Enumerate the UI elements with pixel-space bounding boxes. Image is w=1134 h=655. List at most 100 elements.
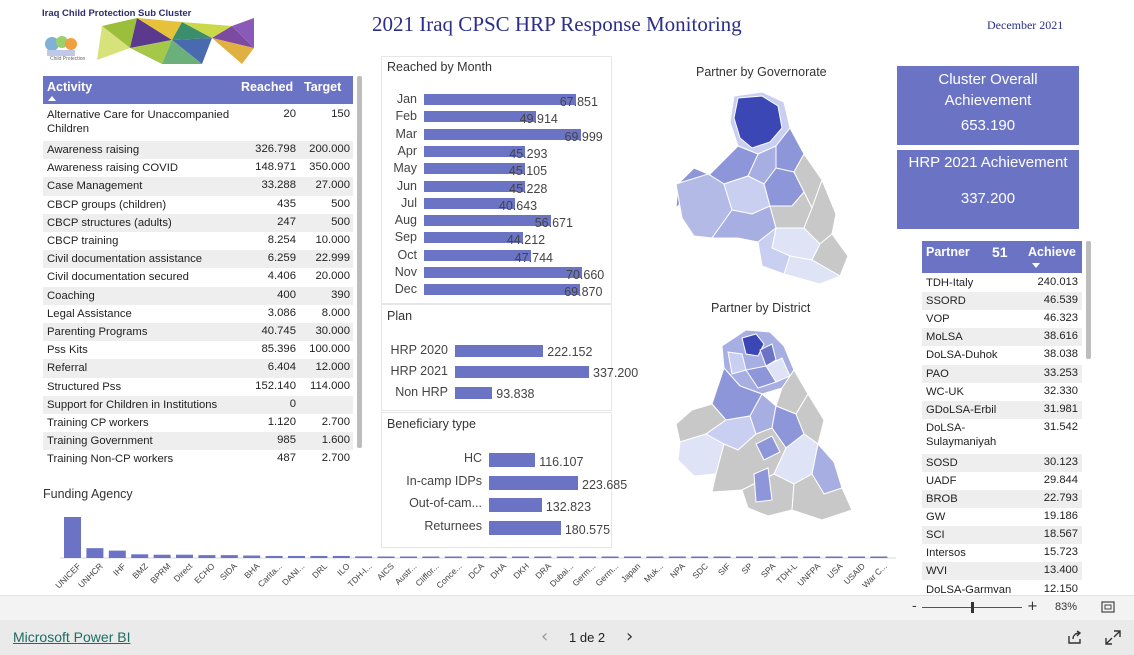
table-row[interactable]: DoLSA-Garmyan 12.150 [922,581,1082,594]
table-row[interactable]: VOP 46.323 [922,310,1082,328]
funding-bar[interactable] [355,556,373,558]
funding-bar[interactable] [691,556,709,559]
funding-bar[interactable] [86,548,104,558]
table-row[interactable]: Training Non-CP workers 487 2.700 [43,450,353,468]
table-row[interactable]: Pss Kits 85.396 100.000 [43,341,353,359]
partner-column-header[interactable]: Partner [926,245,970,259]
table-row[interactable]: Referral 6.404 12.000 [43,359,353,378]
table-row[interactable]: SSORD 46.539 [922,292,1082,311]
funding-bar[interactable] [243,555,261,558]
table-row[interactable]: CBCP structures (adults) 247 500 [43,213,353,232]
fullscreen-icon[interactable] [1105,630,1121,645]
table-row[interactable]: GW 19.186 [922,508,1082,526]
table-row[interactable]: Awareness raising 326.798 200.000 [43,141,353,160]
funding-bar[interactable] [534,556,552,559]
table-row[interactable]: DoLSA-Sulaymaniyah 31.542 [922,419,1082,454]
partner-table-scrollbar[interactable] [1086,241,1091,359]
achieve-column-header[interactable]: Achieve [1028,245,1076,259]
sort-descending-icon[interactable] [1032,263,1040,268]
table-row[interactable]: BROB 22.793 [922,490,1082,509]
funding-bar[interactable] [736,556,753,559]
bar[interactable] [424,284,581,296]
funding-bar[interactable] [646,556,664,559]
funding-bar[interactable] [780,556,798,559]
bar[interactable] [489,475,578,490]
funding-bar[interactable] [108,550,126,558]
zoom-in-button[interactable]: + [1027,599,1038,614]
funding-bar[interactable] [332,555,350,558]
funding-bar[interactable] [131,554,149,558]
funding-bar[interactable] [758,556,776,559]
table-row[interactable]: CBCP training 8.254 10.000 [43,232,353,250]
funding-bar[interactable] [377,556,395,559]
table-row[interactable]: WVI 13.400 [922,562,1082,581]
funding-bar[interactable] [64,517,81,558]
funding-bar[interactable] [825,556,843,559]
fit-to-page-icon[interactable] [1101,601,1115,613]
table-row[interactable]: TDH-Italy 240.013 [922,274,1082,292]
bar[interactable] [424,215,551,227]
funding-bar[interactable] [444,556,462,559]
table-row[interactable]: DoLSA-Duhok 38.038 [922,346,1082,364]
bar[interactable] [455,345,544,357]
table-row[interactable]: WC-UK 32.330 [922,383,1082,401]
next-page-button[interactable]: › [626,626,633,647]
table-row[interactable]: UADF 29.844 [922,472,1082,490]
bar[interactable] [424,94,576,105]
table-row[interactable]: SCI 18.567 [922,526,1082,545]
table-row[interactable]: Structured Pss 152.140 114.000 [43,378,353,396]
funding-bar[interactable] [713,556,731,559]
funding-bar[interactable] [512,556,529,559]
table-row[interactable]: Parenting Programs 40.745 30.000 [43,323,353,342]
activity-column-header[interactable]: Activity [47,80,92,94]
table-row[interactable]: MoLSA 38.616 [922,328,1082,347]
previous-page-button[interactable]: ‹ [541,626,548,647]
funding-bar[interactable] [288,555,305,558]
reached-column-header[interactable]: Reached [241,80,293,94]
sort-ascending-icon[interactable] [48,96,56,101]
funding-bar[interactable] [624,556,641,559]
funding-bar[interactable] [310,555,328,558]
table-row[interactable]: Training Government 985 1.600 [43,432,353,451]
table-row[interactable]: Awareness raising COVID 148.971 350.000 [43,159,353,177]
share-icon[interactable] [1067,630,1083,645]
activity-table-scrollbar[interactable] [357,76,362,448]
table-row[interactable]: Intersos 15.723 [922,544,1082,562]
bar[interactable] [455,387,493,399]
funding-bar[interactable] [668,556,686,559]
funding-bar[interactable] [848,556,865,559]
table-row[interactable]: Alternative Care for Unaccompanied Child… [43,106,353,141]
funding-bar[interactable] [198,555,216,558]
funding-bar[interactable] [556,556,574,559]
funding-bar[interactable] [153,554,171,558]
bar[interactable] [455,366,589,378]
table-row[interactable]: SOSD 30.123 [922,453,1082,472]
governorate-map[interactable] [672,88,872,288]
bar[interactable] [424,128,581,140]
funding-bar[interactable] [870,556,888,559]
bar[interactable] [489,453,536,467]
table-row[interactable]: Civil documentation secured 4.406 20.000 [43,268,353,286]
funding-bar[interactable] [265,555,283,558]
target-column-header[interactable]: Target [304,80,341,94]
funding-bar[interactable] [467,556,485,559]
funding-bar[interactable] [489,556,507,559]
funding-bar[interactable] [176,554,193,558]
funding-bar[interactable] [422,556,440,559]
funding-bar[interactable] [400,556,417,559]
funding-bar[interactable] [579,556,597,559]
table-row[interactable]: Support for Children in Institutions 0 [43,395,353,414]
funding-bar[interactable] [601,556,619,559]
table-row[interactable]: Legal Assistance 3.086 8.000 [43,305,353,323]
powerbi-link[interactable]: Microsoft Power BI [13,629,130,645]
funding-bar[interactable] [220,555,238,558]
zoom-slider-thumb[interactable] [970,602,974,613]
zoom-out-button[interactable]: - [912,599,917,614]
table-row[interactable]: Training CP workers 1.120 2.700 [43,414,353,432]
table-row[interactable]: PAO 33.253 [922,364,1082,383]
table-row[interactable]: Coaching 400 390 [43,286,353,305]
table-row[interactable]: GDoLSA-Erbil 31.981 [922,400,1082,419]
funding-bar[interactable] [803,556,821,559]
table-row[interactable]: Civil documentation assistance 6.259 22.99… [43,250,353,269]
bar[interactable] [424,267,582,278]
